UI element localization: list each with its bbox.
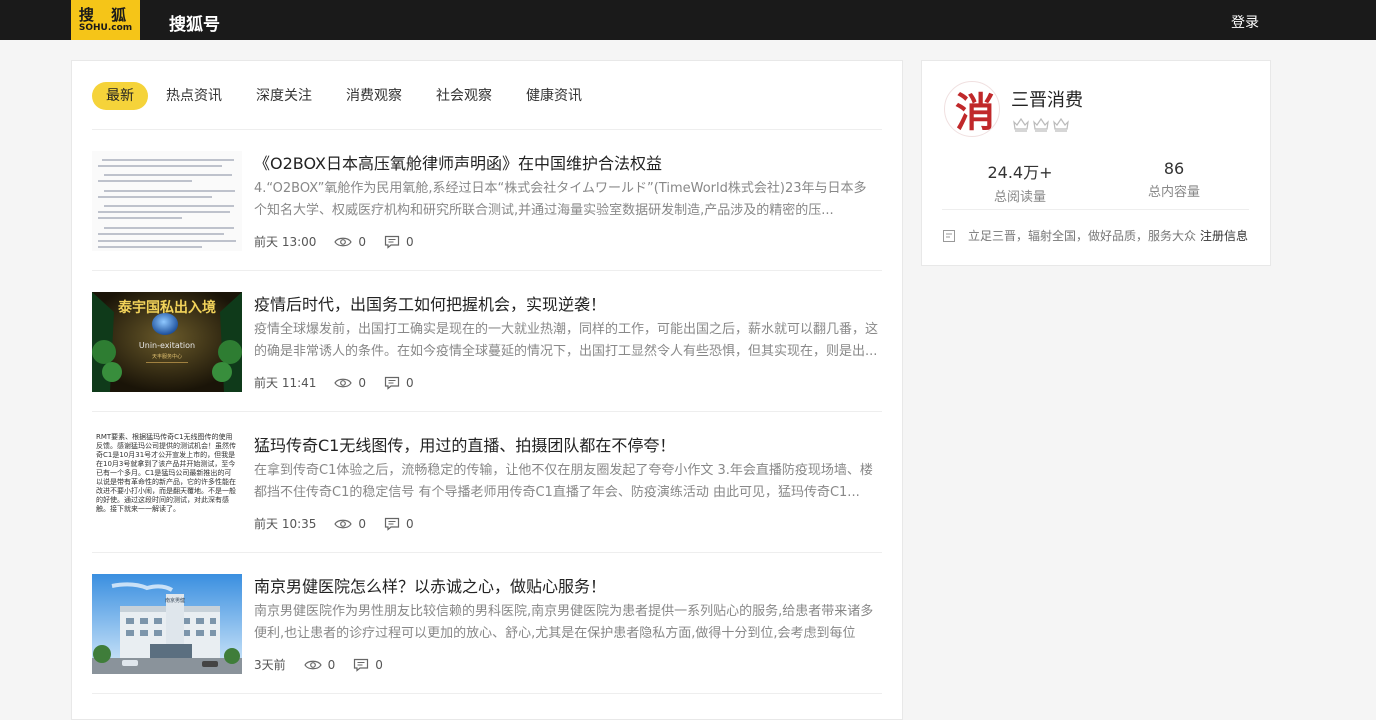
total-content-value: 86 bbox=[1163, 159, 1185, 178]
publish-time: 3天前 bbox=[254, 658, 286, 672]
comment-icon bbox=[384, 376, 400, 390]
article-meta: 前天 11:41 0 0 bbox=[254, 374, 432, 391]
crown-icon bbox=[1053, 117, 1069, 132]
view-count: 0 bbox=[358, 375, 367, 390]
view-count: 0 bbox=[358, 516, 367, 531]
svg-text:天丰服务中心: 天丰服务中心 bbox=[152, 353, 182, 360]
logo-cn: 搜 狐 bbox=[78, 5, 133, 24]
article-title[interactable]: 《O2BOX日本高压氧舱律师声明函》在中国维护合法权益 bbox=[254, 150, 662, 174]
eye-icon bbox=[334, 237, 353, 246]
publish-time: 前天 13:00 bbox=[254, 235, 317, 249]
comment-count: 0 bbox=[406, 234, 414, 249]
article-title[interactable]: 南京男健医院怎么样？以赤诚之心，做贴心服务！ bbox=[254, 573, 606, 597]
article-summary: 在拿到传奇C1体验之后，流畅稳定的传输，让他不仅在朋友圈发起了夸夸小作文 3.年… bbox=[254, 463, 873, 500]
sohu-logo[interactable]: 搜 狐 SOHU.com bbox=[71, 0, 140, 40]
category-tabs: 最新 热点资讯 深度关注 消费观察 社会观察 健康资讯 bbox=[92, 81, 600, 111]
total-reads-value: 24.4万+ bbox=[987, 163, 1053, 182]
top-bar: 搜 狐 SOHU.com 搜狐号 登录 bbox=[0, 0, 1376, 40]
avatar[interactable]: 消 bbox=[944, 81, 1000, 137]
brand-title[interactable]: 搜狐号 bbox=[169, 10, 220, 35]
comments[interactable]: 0 bbox=[384, 235, 414, 249]
article-item: RMT要素、根据猛玛传奇C1无线图传的使用反馈。感谢猛玛公司提供的测试机会！虽然… bbox=[92, 412, 882, 553]
tab-in-depth[interactable]: 深度关注 bbox=[240, 82, 328, 110]
profile-divider bbox=[942, 209, 1249, 210]
logo-en: SOHU.com bbox=[78, 22, 133, 33]
article-summary: 疫情全球爆发前，出国打工确实是现在的一大就业热潮，同样的工作，可能出国之后，薪水… bbox=[254, 322, 879, 359]
view-count: 0 bbox=[358, 234, 367, 249]
article-item: 南京男健 南京男健医院怎么样？以赤诚之心，做贴心服务！ 南京男健医院作为男性朋友… bbox=[92, 553, 882, 694]
article-summary: 南京男健医院作为男性朋友比较信赖的男科医院,南京男健医院为患者提供一系列贴心的服… bbox=[254, 604, 874, 641]
author-profile-card: 消 三晋消费 24.4万+ 总阅读量 86 总内容量 立足三晋，辐射全国，做好品… bbox=[921, 60, 1271, 266]
article-title[interactable]: 疫情后时代，出国务工如何把握机会，实现逆袭！ bbox=[254, 291, 606, 315]
total-content-stat: 86 总内容量 bbox=[1114, 159, 1234, 200]
article-title[interactable]: 猛玛传奇C1无线图传，用过的直播、拍摄团队都在不停夸！ bbox=[254, 432, 675, 456]
article-item: 泰宇国私出入境 Unin-exitation 天丰服务中心 疫情后时代，出国务工… bbox=[92, 271, 882, 412]
comment-count: 0 bbox=[375, 657, 383, 672]
article-thumbnail[interactable]: RMT要素、根据猛玛传奇C1无线图传的使用反馈。感谢猛玛公司提供的测试机会！虽然… bbox=[92, 433, 242, 533]
author-name[interactable]: 三晋消费 bbox=[1011, 86, 1083, 112]
author-intro: 立足三晋，辐射全国，做好品质，服务大众 注册信息 bbox=[942, 227, 1248, 244]
document-icon bbox=[943, 229, 955, 242]
article-thumbnail[interactable]: 泰宇国私出入境 Unin-exitation 天丰服务中心 bbox=[92, 292, 242, 392]
tab-health[interactable]: 健康资讯 bbox=[510, 82, 598, 110]
thumb-text-content: RMT要素、根据猛玛传奇C1无线图传的使用反馈。感谢猛玛公司提供的测试机会！虽然… bbox=[96, 433, 236, 513]
crown-icon bbox=[1013, 117, 1029, 132]
eye-icon bbox=[334, 378, 353, 387]
publish-time: 前天 11:41 bbox=[254, 376, 317, 390]
crown-icon bbox=[1033, 117, 1049, 132]
article-thumbnail[interactable]: 南京男健 bbox=[92, 574, 242, 674]
article-thumbnail[interactable] bbox=[92, 151, 242, 251]
total-reads-stat: 24.4万+ 总阅读量 bbox=[960, 159, 1080, 205]
tab-consumer[interactable]: 消费观察 bbox=[330, 82, 418, 110]
eye-icon bbox=[303, 660, 322, 669]
comments[interactable]: 0 bbox=[384, 376, 414, 390]
views: 0 bbox=[334, 235, 366, 249]
view-count: 0 bbox=[327, 657, 336, 672]
article-item: 《O2BOX日本高压氧舱律师声明函》在中国维护合法权益 4.“O2BOX”氧舱作… bbox=[92, 130, 882, 271]
eye-icon bbox=[334, 519, 353, 528]
comments[interactable]: 0 bbox=[353, 658, 383, 672]
svg-text:南京男健: 南京男健 bbox=[165, 597, 185, 604]
comment-icon bbox=[384, 235, 400, 249]
views: 0 bbox=[334, 517, 366, 531]
avatar-char: 消 bbox=[955, 89, 995, 136]
comment-icon bbox=[354, 658, 369, 672]
comment-count: 0 bbox=[406, 375, 414, 390]
publish-time: 前天 10:35 bbox=[254, 517, 317, 531]
article-meta: 前天 13:00 0 0 bbox=[254, 233, 432, 250]
comments[interactable]: 0 bbox=[384, 517, 414, 531]
total-content-label: 总内容量 bbox=[1147, 185, 1200, 200]
tab-hot-news[interactable]: 热点资讯 bbox=[150, 82, 238, 110]
article-meta: 前天 10:35 0 0 bbox=[254, 515, 432, 532]
article-meta: 3天前 0 0 bbox=[254, 656, 401, 673]
intro-text: 立足三晋，辐射全国，做好品质，服务大众 bbox=[968, 229, 1197, 243]
comment-icon bbox=[384, 517, 400, 531]
thumb-sign-text: Unin-exitation bbox=[139, 341, 195, 350]
views: 0 bbox=[334, 376, 366, 390]
author-level bbox=[1012, 116, 1072, 132]
comment-count: 0 bbox=[406, 516, 414, 531]
tab-latest[interactable]: 最新 bbox=[92, 82, 148, 110]
article-list-panel: 最新 热点资讯 深度关注 消费观察 社会观察 健康资讯 《O2BOX日本高压氧舱… bbox=[71, 60, 903, 720]
article-summary: 4.“O2BOX”氧舱作为民用氧舱,系经过日本“株式会社タイムワールド”(Tim… bbox=[254, 181, 867, 218]
tab-society[interactable]: 社会观察 bbox=[420, 82, 508, 110]
total-reads-label: 总阅读量 bbox=[993, 190, 1046, 205]
login-link[interactable]: 登录 bbox=[1231, 12, 1259, 32]
register-info-link[interactable]: 注册信息 bbox=[1200, 227, 1248, 244]
views: 0 bbox=[303, 657, 336, 672]
